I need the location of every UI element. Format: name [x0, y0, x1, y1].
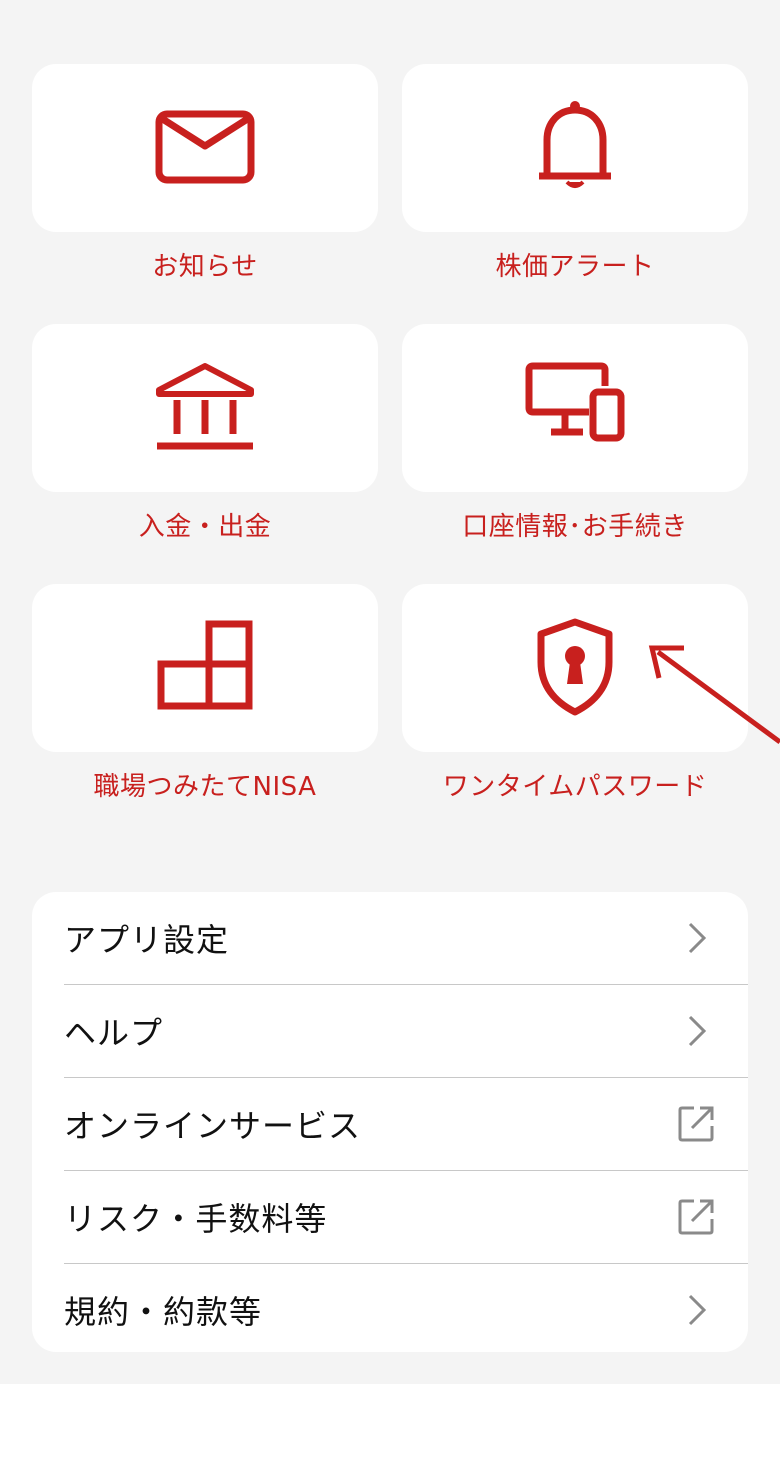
menu-item-online-services[interactable]: オンラインサービス [64, 1078, 748, 1171]
devices-icon [525, 362, 625, 442]
shield-keyhole-icon [537, 618, 613, 716]
menu-item-label: オンラインサービス [64, 1107, 362, 1145]
screen-background: お知らせ 株価アラート 入金・出金 口座情報･お手続き 職場つみたてNISA ワ… [0, 0, 780, 1384]
notifications-button[interactable] [32, 64, 378, 232]
notifications-label: お知らせ [152, 252, 258, 282]
workplace-nisa-label: 職場つみたてNISA [93, 772, 317, 802]
chevron-right-icon [688, 1294, 707, 1326]
menu-item-app-settings[interactable]: アプリ設定 [64, 892, 748, 985]
account-info-label: 口座情報･お手続き [462, 512, 688, 542]
one-time-password-label: ワンタイムパスワード [442, 772, 708, 802]
annotation-arrow [648, 645, 780, 745]
tile-stock-alert: 株価アラート [402, 64, 748, 324]
settings-menu: アプリ設定 ヘルプ オンラインサービス リスク・手数料等 規約・約款等 [32, 892, 748, 1352]
menu-item-help[interactable]: ヘルプ [64, 985, 748, 1078]
menu-item-label: 規約・約款等 [64, 1293, 263, 1331]
tile-notifications: お知らせ [32, 64, 378, 324]
menu-item-label: ヘルプ [64, 1014, 164, 1052]
menu-item-terms[interactable]: 規約・約款等 [64, 1264, 748, 1352]
tile-account-info: 口座情報･お手続き [402, 324, 748, 584]
bank-icon [156, 363, 254, 450]
stock-alert-button[interactable] [402, 64, 748, 232]
envelope-icon [155, 110, 255, 184]
chevron-right-icon [688, 1015, 707, 1047]
chevron-right-icon [688, 922, 707, 954]
tile-workplace-nisa: 職場つみたてNISA [32, 584, 378, 844]
external-link-icon [678, 1199, 714, 1235]
external-link-icon [678, 1106, 714, 1142]
menu-item-label: リスク・手数料等 [64, 1200, 328, 1238]
workplace-nisa-button[interactable] [32, 584, 378, 752]
deposit-withdraw-label: 入金・出金 [138, 512, 272, 542]
menu-item-label: アプリ設定 [64, 921, 230, 959]
tile-deposit-withdraw: 入金・出金 [32, 324, 378, 584]
blocks-icon [157, 620, 253, 710]
stock-alert-label: 株価アラート [495, 252, 655, 282]
account-info-button[interactable] [402, 324, 748, 492]
bell-icon [539, 101, 611, 188]
menu-item-risk-fees[interactable]: リスク・手数料等 [64, 1171, 748, 1264]
deposit-withdraw-button[interactable] [32, 324, 378, 492]
